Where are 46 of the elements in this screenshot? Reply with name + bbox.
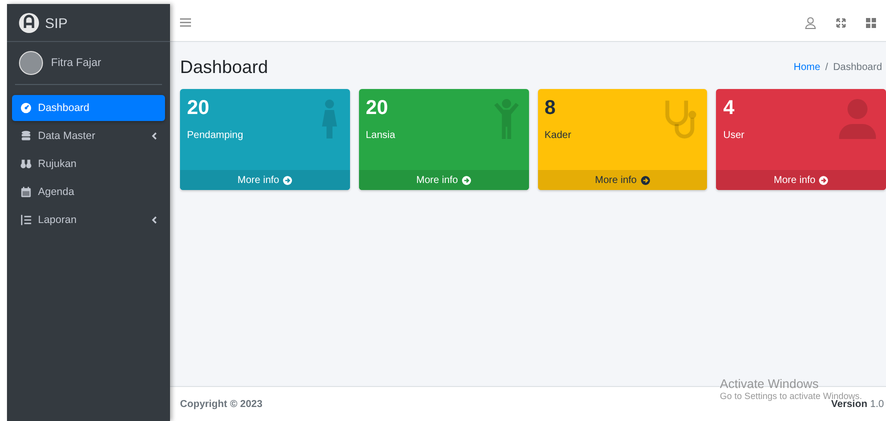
stat-label: User: [723, 130, 744, 141]
menu-item[interactable]: Dashboard: [12, 95, 165, 121]
gauge-icon: [20, 102, 32, 114]
brand-name[interactable]: SIP: [45, 14, 68, 30]
activation-subtitle: Go to Settings to activate Windows.: [720, 391, 862, 401]
more-info-link[interactable]: More info: [358, 170, 528, 190]
menu-item[interactable]: Laporan: [12, 207, 165, 233]
arrow-circle-icon: [462, 176, 471, 184]
stat-label: Kader: [544, 130, 572, 141]
breadcrumb-link[interactable]: Home: [794, 62, 820, 73]
more-info-link[interactable]: More info: [538, 170, 708, 190]
list-icon: [20, 214, 32, 226]
activation-title: Activate Windows: [720, 377, 820, 391]
breadcrumb-current: Dashboard: [833, 62, 882, 73]
arrow-circle-icon: [819, 176, 828, 184]
stat-count: 4: [723, 97, 734, 120]
user-name[interactable]: Fitra Fajar: [51, 57, 102, 69]
version-text: Version 1.0: [831, 398, 884, 410]
menu-item[interactable]: Rujukan: [12, 151, 165, 177]
calendar-icon: [20, 186, 32, 198]
more-info-link[interactable]: More info: [716, 170, 886, 190]
stat-count: 20: [366, 97, 388, 120]
arrow-circle-icon: [640, 176, 650, 184]
menu-item[interactable]: Data Master: [12, 123, 165, 149]
user-icon: [839, 99, 876, 139]
menu-icon[interactable]: [180, 18, 191, 27]
woman-figure-icon: [322, 99, 340, 139]
more-info-link[interactable]: More info: [180, 170, 350, 190]
logo-icon: [19, 12, 39, 32]
binoculars-icon: [20, 158, 32, 170]
menu-item[interactable]: Agenda: [12, 179, 165, 205]
stat-label: Pendamping: [187, 130, 244, 141]
stat-count: 20: [187, 97, 210, 120]
user-avatar: [19, 51, 43, 75]
stat-count: 8: [544, 97, 556, 120]
user-icon[interactable]: [805, 16, 816, 28]
page-title: Dashboard: [180, 57, 268, 78]
copyright-text: Copyright © 2023: [180, 398, 262, 410]
arrow-circle-icon: [283, 176, 292, 184]
breadcrumb-separator: /: [825, 62, 828, 73]
child-arms-raised-icon: [494, 99, 518, 139]
fullscreen-icon[interactable]: [836, 18, 846, 28]
stethoscope-icon: [665, 99, 698, 139]
stat-label: Lansia: [366, 130, 396, 141]
grid-icon[interactable]: [866, 18, 876, 28]
database-icon: [20, 130, 32, 142]
